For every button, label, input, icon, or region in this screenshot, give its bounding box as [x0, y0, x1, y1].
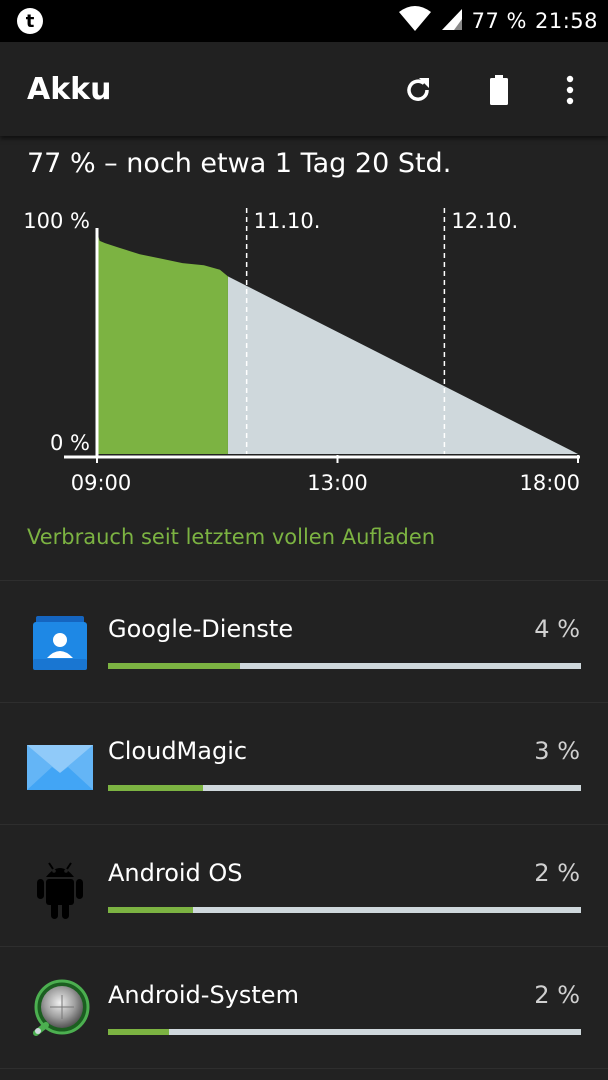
svg-text:t: t — [26, 11, 35, 32]
usage-bar-fill — [108, 907, 194, 913]
battery-chart-svg: 11.10. 12.10. 100 % 0 % 09:00 13:00 18:00 — [23, 208, 580, 495]
app-percent: 4 % — [534, 615, 580, 643]
status-time: 21:58 — [534, 9, 598, 33]
measured-area — [97, 232, 228, 454]
android-robot-icon — [26, 855, 94, 923]
contacts-icon — [26, 611, 94, 679]
status-bar: t 77 % 21:58 — [0, 0, 608, 42]
usage-bar-fill — [108, 785, 203, 791]
day-marker-label: 11.10. — [254, 209, 321, 233]
divider — [0, 1068, 608, 1069]
android-system-gear-icon — [26, 977, 94, 1045]
app-name: Google-Dienste — [108, 615, 294, 643]
usage-section-title: Verbrauch seit letztem vollen Aufladen — [27, 525, 436, 549]
cellular-signal-icon — [440, 7, 464, 35]
y-tick-label: 100 % — [23, 209, 90, 233]
app-percent: 2 % — [534, 981, 580, 1009]
t-app-icon: t — [16, 7, 44, 39]
app-name: Android-System — [108, 981, 299, 1009]
app-percent: 2 % — [534, 859, 580, 887]
x-tick-label: 18:00 — [519, 471, 580, 495]
usage-bar-fill — [108, 663, 241, 669]
x-tick-label: 13:00 — [307, 471, 368, 495]
prediction-area — [227, 276, 578, 454]
status-battery-percent: 77 % — [471, 9, 527, 33]
page-title: Akku — [27, 72, 112, 107]
usage-bar-fill — [108, 1029, 170, 1035]
battery-history-chart[interactable]: 11.10. 12.10. 100 % 0 % 09:00 13:00 18:00 — [0, 196, 608, 506]
usage-bar — [108, 907, 581, 913]
refresh-icon[interactable] — [398, 70, 438, 110]
day-marker-label: 12.10. — [451, 209, 518, 233]
x-tick-label: 09:00 — [71, 471, 132, 495]
battery-icon[interactable] — [479, 70, 519, 110]
mail-envelope-icon — [26, 733, 94, 801]
app-row-cloudmagic[interactable]: CloudMagic 3 % — [0, 703, 608, 825]
more-vert-icon[interactable] — [550, 70, 590, 110]
app-row-android-os[interactable]: Android OS 2 % — [0, 825, 608, 947]
wifi-icon — [398, 6, 432, 36]
y-tick-label: 0 % — [50, 431, 90, 455]
usage-bar — [108, 1029, 581, 1035]
usage-bar — [108, 785, 581, 791]
app-percent: 3 % — [534, 737, 580, 765]
usage-bar — [108, 663, 581, 669]
battery-summary: 77 % – noch etwa 1 Tag 20 Std. — [27, 148, 452, 179]
app-bar: Akku — [0, 42, 608, 136]
app-name: Android OS — [108, 859, 243, 887]
app-row-google-dienste[interactable]: Google-Dienste 4 % — [0, 581, 608, 703]
app-name: CloudMagic — [108, 737, 248, 765]
app-row-android-system[interactable]: Android-System 2 % — [0, 947, 608, 1069]
